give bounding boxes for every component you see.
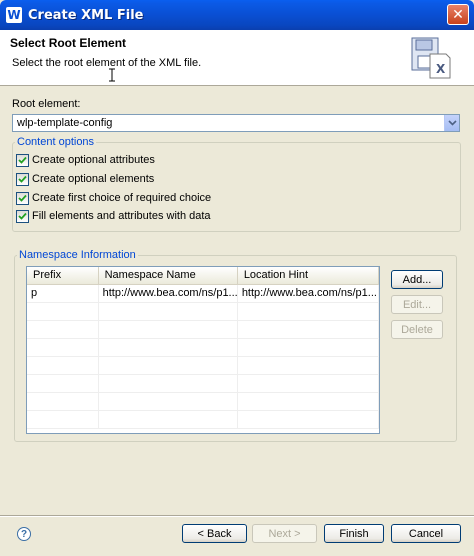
checkbox-box[interactable] [16,172,29,186]
checkmark-icon [18,156,27,164]
help-icon[interactable]: ? [17,527,31,541]
checkbox-box[interactable] [16,153,29,167]
chevron-down-icon[interactable] [444,115,459,131]
cell-location-hint: http://www.bea.com/ns/p1... [238,285,379,302]
delete-button[interactable]: Delete [391,320,443,339]
table-header: Prefix Namespace Name Location Hint [27,267,379,285]
close-button[interactable]: ✕ [447,4,469,25]
add-button[interactable]: Add... [391,270,443,289]
column-header-prefix[interactable]: Prefix [27,267,99,284]
namespace-legend: Namespace Information [19,249,136,261]
back-button[interactable]: < Back [182,524,247,543]
checkbox-fill-elements[interactable]: Fill elements and attributes with data [16,209,211,223]
table-row-empty [27,339,379,357]
app-icon: W [6,7,22,23]
table-row-empty [27,411,379,429]
finish-button[interactable]: Finish [324,524,384,543]
checkbox-label: Create optional attributes [32,154,155,166]
svg-text:X: X [436,62,446,76]
cell-namespace-name: http://www.bea.com/ns/p1... [99,285,238,302]
wizard-banner: Select Root Element Select the root elem… [0,30,474,86]
window-title: Create XML File [28,7,144,23]
page-description: Select the root element of the XML file. [12,57,202,69]
table-row[interactable]: p http://www.bea.com/ns/p1... http://www… [27,285,379,303]
checkbox-create-optional-elements[interactable]: Create optional elements [16,172,154,186]
cell-prefix: p [27,285,99,302]
root-element-combo[interactable]: wlp-template-config [12,114,460,132]
checkbox-label: Create first choice of required choice [32,192,212,204]
edit-button[interactable]: Edit... [391,295,443,314]
root-element-value: wlp-template-config [17,117,113,129]
root-element-label: Root element: [12,98,81,110]
content-options-legend: Content options [17,136,95,148]
checkmark-icon [18,194,27,202]
checkbox-create-first-choice[interactable]: Create first choice of required choice [16,191,211,205]
column-header-namespace-name[interactable]: Namespace Name [99,267,238,284]
page-title: Select Root Element [10,36,127,50]
table-row-empty [27,375,379,393]
table-row-empty [27,357,379,375]
cancel-button[interactable]: Cancel [391,524,461,543]
namespace-table[interactable]: Prefix Namespace Name Location Hint p ht… [26,266,380,434]
checkbox-create-optional-attributes[interactable]: Create optional attributes [16,153,155,167]
checkmark-icon [18,175,27,183]
footer-separator [0,515,474,517]
title-bar: W Create XML File ✕ [0,0,474,30]
table-row-empty [27,303,379,321]
checkbox-box[interactable] [16,191,29,205]
checkbox-label: Fill elements and attributes with data [32,210,211,222]
table-row-empty [27,393,379,411]
checkbox-box[interactable] [16,209,29,223]
checkbox-label: Create optional elements [32,173,155,185]
checkmark-icon [18,212,27,220]
column-header-location-hint[interactable]: Location Hint [238,267,379,284]
next-button[interactable]: Next > [252,524,317,543]
xml-file-wizard-icon: X [411,37,451,79]
table-row-empty [27,321,379,339]
text-cursor-icon [109,68,115,82]
